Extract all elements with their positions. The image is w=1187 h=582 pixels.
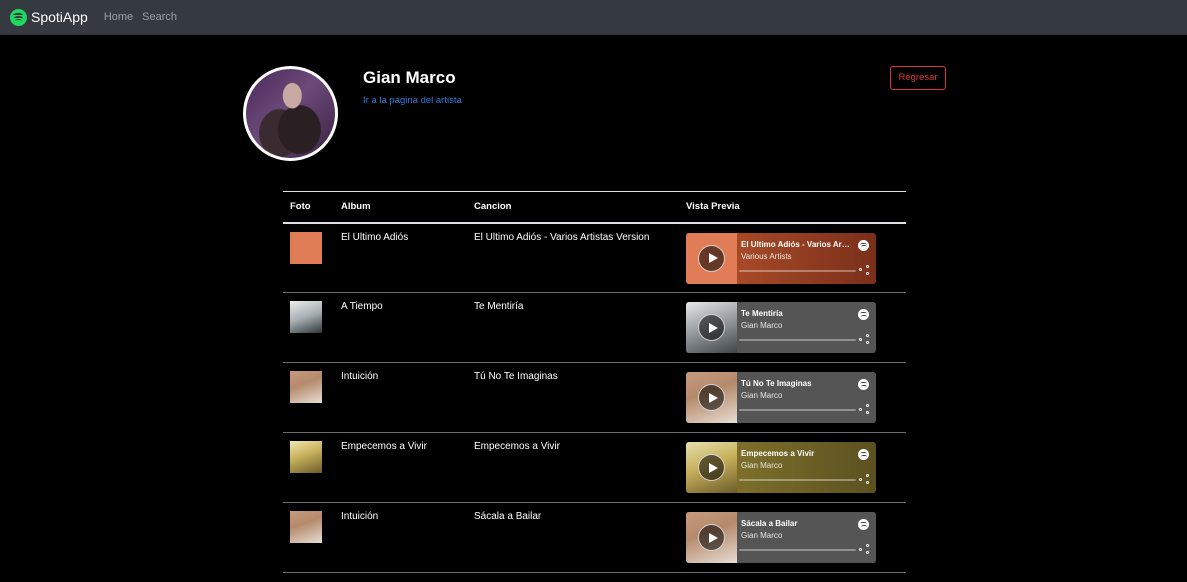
song-cell: Empecemos a Vivir (467, 432, 679, 503)
album-thumbnail (290, 371, 322, 403)
preview-player: Sácala a Bailar Gian Marco (686, 512, 876, 563)
player-artist[interactable]: Gian Marco (741, 461, 782, 470)
progress-bar[interactable] (739, 549, 856, 551)
foto-cell (283, 362, 334, 433)
artist-page-link[interactable]: Ir a la pagina del artista (363, 95, 462, 106)
preview-player: Tú No Te Imaginas Gian Marco (686, 372, 876, 423)
album-cell: Empecemos a Vivir (334, 432, 467, 503)
spotify-icon[interactable] (858, 309, 869, 320)
player-title[interactable]: Tú No Te Imaginas (741, 379, 851, 388)
share-icon[interactable] (859, 544, 869, 554)
table-row: Intuición Tú No Te Imaginas Tú No Te Ima… (283, 362, 906, 433)
navbar: SpotiApp Home Search (0, 0, 1187, 35)
artist-avatar (243, 66, 338, 161)
player-title[interactable]: Te Mentiría (741, 309, 851, 318)
table-row: Intuición Sácala a Bailar Sácala a Baila… (283, 502, 906, 573)
progress-bar[interactable] (739, 479, 856, 481)
play-icon[interactable] (698, 314, 725, 341)
header-foto: Foto (283, 191, 334, 224)
play-icon[interactable] (698, 384, 725, 411)
spotify-icon[interactable] (858, 519, 869, 530)
tracks-table: Foto Album Cancion Vista Previa El Ultim… (283, 191, 906, 573)
table-row: El Ultimo Adiós El Ultimo Adiós - Varios… (283, 222, 906, 293)
table-header-row: Foto Album Cancion Vista Previa (283, 191, 906, 224)
preview-player: Empecemos a Vivir Gian Marco (686, 442, 876, 493)
header-album: Album (334, 191, 467, 224)
player-artist[interactable]: Gian Marco (741, 321, 782, 330)
foto-cell (283, 292, 334, 363)
foto-cell (283, 502, 334, 573)
player-artist[interactable]: Gian Marco (741, 391, 782, 400)
brand-link[interactable]: SpotiApp (10, 8, 88, 26)
header-cancion: Cancion (467, 191, 679, 224)
album-thumbnail (290, 441, 322, 473)
nav-link-home[interactable]: Home (104, 11, 133, 23)
brand-name: SpotiApp (31, 9, 88, 25)
share-icon[interactable] (859, 264, 869, 275)
player-artist[interactable]: Gian Marco (741, 531, 782, 540)
artist-name: Gian Marco (363, 68, 456, 87)
progress-bar[interactable] (739, 269, 856, 272)
song-cell: Tú No Te Imaginas (467, 362, 679, 433)
song-cell: Sácala a Bailar (467, 502, 679, 573)
share-icon[interactable] (859, 404, 869, 414)
song-cell: El Ultimo Adiós - Varios Artistas Versio… (467, 222, 679, 293)
album-thumbnail (290, 231, 322, 264)
nav-link-search[interactable]: Search (142, 11, 177, 23)
preview-cell: Te Mentiría Gian Marco (679, 292, 906, 363)
spotify-icon[interactable] (858, 379, 869, 390)
share-icon[interactable] (859, 474, 869, 484)
album-cell: A Tiempo (334, 292, 467, 363)
play-icon[interactable] (698, 524, 725, 551)
table-row: Empecemos a Vivir Empecemos a Vivir Empe… (283, 432, 906, 503)
progress-bar[interactable] (739, 409, 856, 411)
song-cell: Te Mentiría (467, 292, 679, 363)
table-row: A Tiempo Te Mentiría Te Mentiría Gian Ma… (283, 292, 906, 363)
back-button[interactable]: Regresar (890, 66, 946, 90)
preview-player: Te Mentiría Gian Marco (686, 302, 876, 353)
preview-cell: Empecemos a Vivir Gian Marco (679, 432, 906, 503)
album-cell: Intuición (334, 362, 467, 433)
spotify-icon[interactable] (858, 239, 869, 251)
preview-cell: El Ultimo Adiós - Varios Artistas Versio… (679, 222, 906, 293)
spotify-icon[interactable] (858, 449, 869, 460)
spotify-logo-icon (10, 8, 27, 26)
player-artist[interactable]: Various Artists (741, 252, 792, 261)
progress-bar[interactable] (739, 339, 856, 341)
player-title[interactable]: Sácala a Bailar (741, 519, 851, 528)
preview-player: El Ultimo Adiós - Varios Artistas Versio… (686, 232, 876, 284)
album-cell: El Ultimo Adiós (334, 222, 467, 293)
foto-cell (283, 432, 334, 503)
player-title[interactable]: Empecemos a Vivir (741, 449, 851, 458)
album-thumbnail (290, 511, 322, 543)
play-icon[interactable] (698, 244, 725, 272)
preview-cell: Tú No Te Imaginas Gian Marco (679, 362, 906, 433)
share-icon[interactable] (859, 334, 869, 344)
album-cell: Intuición (334, 502, 467, 573)
player-title[interactable]: El Ultimo Adiós - Varios Artistas Versio… (741, 240, 851, 249)
preview-cell: Sácala a Bailar Gian Marco (679, 502, 906, 573)
play-icon[interactable] (698, 454, 725, 481)
album-thumbnail (290, 301, 322, 333)
header-vista-previa: Vista Previa (679, 191, 906, 224)
foto-cell (283, 222, 334, 293)
